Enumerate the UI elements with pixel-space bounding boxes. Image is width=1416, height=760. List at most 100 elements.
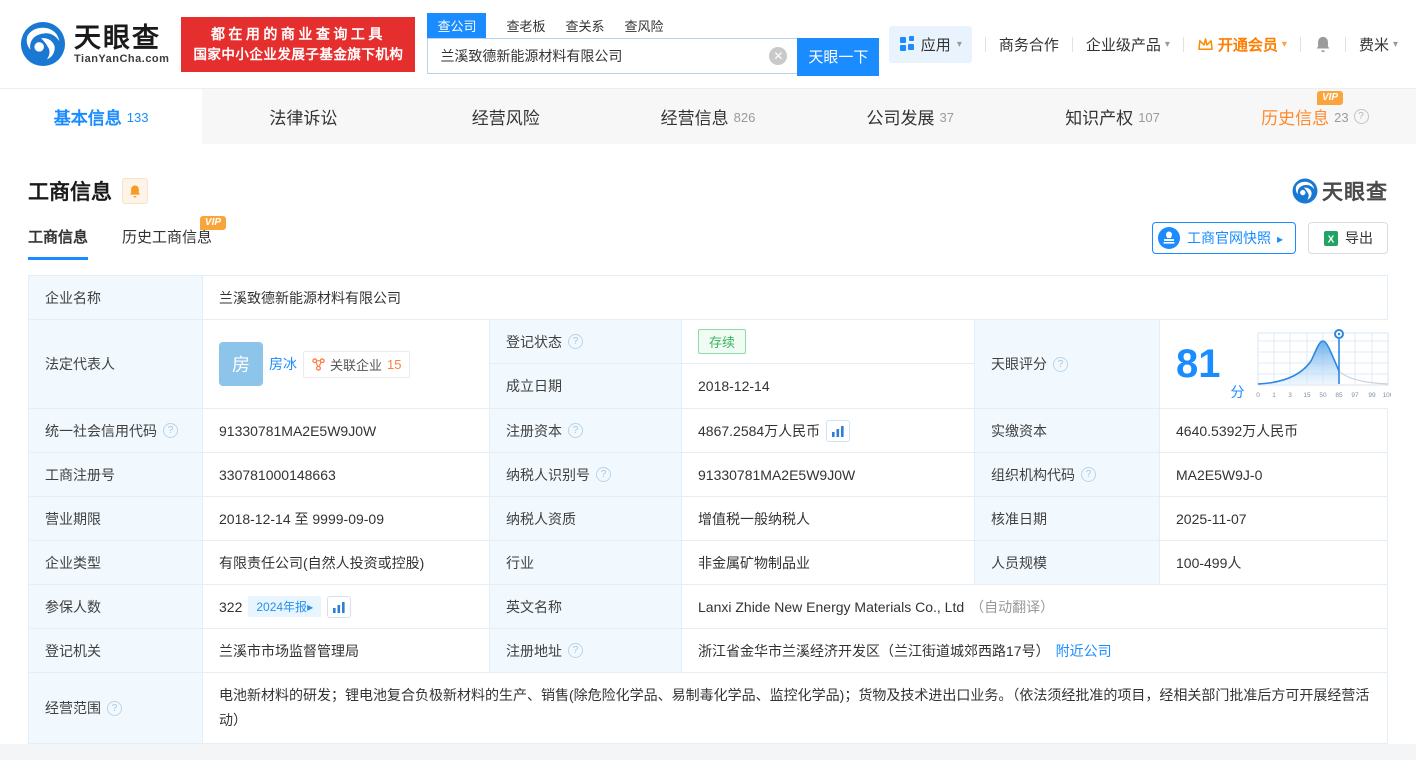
field-label: 统一社会信用代码 [29, 409, 203, 452]
search-tab-company[interactable]: 查公司 [427, 12, 487, 38]
tab-history-info[interactable]: 历史信息 VIP 23 [1214, 89, 1416, 144]
help-icon[interactable] [107, 700, 122, 716]
header-nav: 应用 ▾ 商务合作 企业级产品 ▾ 开通会员 ▾ 费米 ▾ [888, 25, 1398, 63]
field-label: 英文名称 [490, 585, 682, 628]
reg-address-cell: 浙江省金华市兰溪经济开发区（兰江街道城郊西路17号） 附近公司 [682, 629, 1387, 672]
field-label: 工商注册号 [29, 453, 203, 496]
credit-code-label: 统一社会信用代码 [45, 422, 157, 439]
export-button[interactable]: X 导出 [1308, 222, 1388, 254]
annual-report-badge[interactable]: 2024年报 [248, 596, 322, 617]
nav-enterprise-label: 企业级产品 [1085, 36, 1161, 54]
reg-status-label: 登记状态 [506, 333, 562, 350]
official-snapshot-button[interactable]: 工商官网快照 [1151, 222, 1296, 254]
field-label: 实缴资本 [975, 409, 1160, 452]
capital-trend-chart-icon[interactable] [826, 419, 851, 442]
subtab-business-info[interactable]: 工商信息 [28, 226, 89, 260]
help-icon[interactable] [1053, 356, 1068, 372]
taxpayer-quality-value: 增值税一般纳税人 [682, 497, 975, 540]
tab-operation-info[interactable]: 经营信息 826 [607, 89, 809, 144]
nav-user[interactable]: 费米 ▾ [1359, 34, 1398, 55]
search-button[interactable]: 天眼一下 [797, 37, 880, 76]
field-label: 组织机构代码 [975, 453, 1160, 496]
tab-company-development[interactable]: 公司发展 37 [809, 89, 1011, 144]
svg-text:100: 100 [1382, 392, 1390, 399]
search-tab-relation[interactable]: 查关系 [565, 13, 604, 38]
reg-address-label: 注册地址 [506, 642, 562, 659]
avatar[interactable]: 房 [219, 342, 263, 386]
search-tab-boss[interactable]: 查老板 [506, 13, 545, 38]
taxpayer-id-value: 91330781MA2E5W9J0W [682, 453, 975, 496]
tianyancha-logo[interactable]: 天眼查 TianYanCha.com [20, 21, 169, 67]
industry-value: 非金属矿物制品业 [682, 541, 975, 584]
excel-icon: X [1324, 230, 1338, 246]
table-row: 统一社会信用代码 91330781MA2E5W9J0W 注册资本 4867.25… [29, 409, 1387, 453]
table-row: 企业类型 有限责任公司(自然人投资或控股) 行业 非金属矿物制品业 人员规模 1… [29, 541, 1387, 585]
reg-capital-label: 注册资本 [506, 422, 562, 439]
legal-rep-cell: 房 房冰 关联企业 15 [203, 320, 490, 408]
subtab-history-business-info[interactable]: 历史工商信息 VIP [122, 216, 227, 260]
search-row: 天眼一下 [427, 37, 880, 76]
clear-icon[interactable] [769, 46, 788, 65]
field-label: 纳税人资质 [490, 497, 682, 540]
nav-vip-label: 开通会员 [1217, 36, 1278, 54]
tab-count: 826 [733, 110, 756, 125]
help-icon[interactable] [163, 423, 178, 438]
help-icon[interactable] [1081, 467, 1096, 482]
tab-label: 经营信息 [660, 109, 729, 128]
page: 天眼查 TianYanCha.com 都在用的商业查询工具 国家中小企业发展子基… [0, 0, 1416, 760]
related-company-label: 关联企业 [330, 357, 383, 373]
reg-capital-cell: 4867.2584万人民币 [682, 409, 975, 452]
help-icon[interactable] [568, 643, 583, 658]
tab-label: 知识产权 [1065, 109, 1134, 128]
apps-label: 应用 [920, 36, 951, 54]
nav-enterprise[interactable]: 企业级产品 ▾ [1086, 34, 1170, 55]
help-icon[interactable] [596, 467, 611, 482]
search-tabs: 查公司 查老板 查关系 查风险 [427, 12, 879, 38]
insured-count-cell: 322 2024年报 [203, 585, 490, 628]
table-row: 登记机关 兰溪市市场监督管理局 注册地址 浙江省金华市兰溪经济开发区（兰江街道城… [29, 629, 1387, 673]
related-company-badge[interactable]: 关联企业 15 [303, 350, 411, 378]
field-label: 登记机关 [29, 629, 203, 672]
snapshot-label: 工商官网快照 [1186, 230, 1271, 246]
tab-label: 法律诉讼 [269, 109, 338, 128]
insured-trend-chart-icon[interactable] [327, 595, 352, 618]
tab-legal-litigation[interactable]: 法律诉讼 [202, 89, 404, 144]
tab-intellectual-property[interactable]: 知识产权 107 [1011, 89, 1213, 144]
grid-icon [899, 36, 914, 51]
status-date-subgrid: 登记状态 存续 成立日期 2018-12-14 [490, 320, 975, 408]
org-code-value: MA2E5W9J-0 [1160, 453, 1387, 496]
watermark-brand: 天眼查 [1322, 181, 1388, 204]
help-icon[interactable] [568, 423, 583, 438]
help-icon[interactable] [568, 334, 583, 349]
reg-status-value: 存续 [682, 320, 974, 364]
status-badge: 存续 [698, 329, 747, 354]
help-icon[interactable] [1353, 109, 1369, 124]
subscribe-bell-icon[interactable] [122, 178, 148, 204]
nav-vip[interactable]: 开通会员 ▾ [1197, 34, 1287, 55]
tab-basic-info[interactable]: 基本信息 133 [0, 89, 203, 144]
legal-rep-name-link[interactable]: 房冰 [269, 354, 297, 374]
export-label: 导出 [1345, 230, 1373, 246]
notification-bell-icon[interactable] [1314, 35, 1332, 54]
arrow-right-icon [307, 600, 313, 614]
content-area: 工商信息 天眼查 工商信息 历史工商信息 VIP 工商官网快照 ▸ X 导出 企… [0, 144, 1416, 744]
tyc-score-cell: 81 分 0 1 3 15 50 85 97 99 10 [1160, 320, 1407, 408]
subtabs: 工商信息 历史工商信息 VIP [28, 216, 227, 260]
divider [1071, 36, 1073, 52]
nav-cooperation[interactable]: 商务合作 [999, 34, 1059, 55]
tab-operation-risk[interactable]: 经营风险 [405, 89, 607, 144]
search-input[interactable] [427, 37, 798, 74]
establish-date-value: 2018-12-14 [682, 364, 974, 408]
credit-code-value: 91330781MA2E5W9J0W [203, 409, 490, 452]
search-tab-risk[interactable]: 查风险 [624, 13, 663, 38]
field-label: 纳税人识别号 [490, 453, 682, 496]
apps-menu[interactable]: 应用 ▾ [888, 25, 972, 63]
chevron-down-icon: ▾ [1281, 38, 1287, 50]
nearby-companies-link[interactable]: 附近公司 [1056, 641, 1112, 661]
table-row: 参保人数 322 2024年报 英文名称 [29, 585, 1387, 629]
watermark-logo-icon [1292, 178, 1318, 204]
search-block: 查公司 查老板 查关系 查风险 天眼一下 [427, 12, 880, 76]
divider [1299, 36, 1301, 52]
field-label: 参保人数 [29, 585, 203, 628]
chevron-down-icon: ▾ [1392, 38, 1398, 50]
